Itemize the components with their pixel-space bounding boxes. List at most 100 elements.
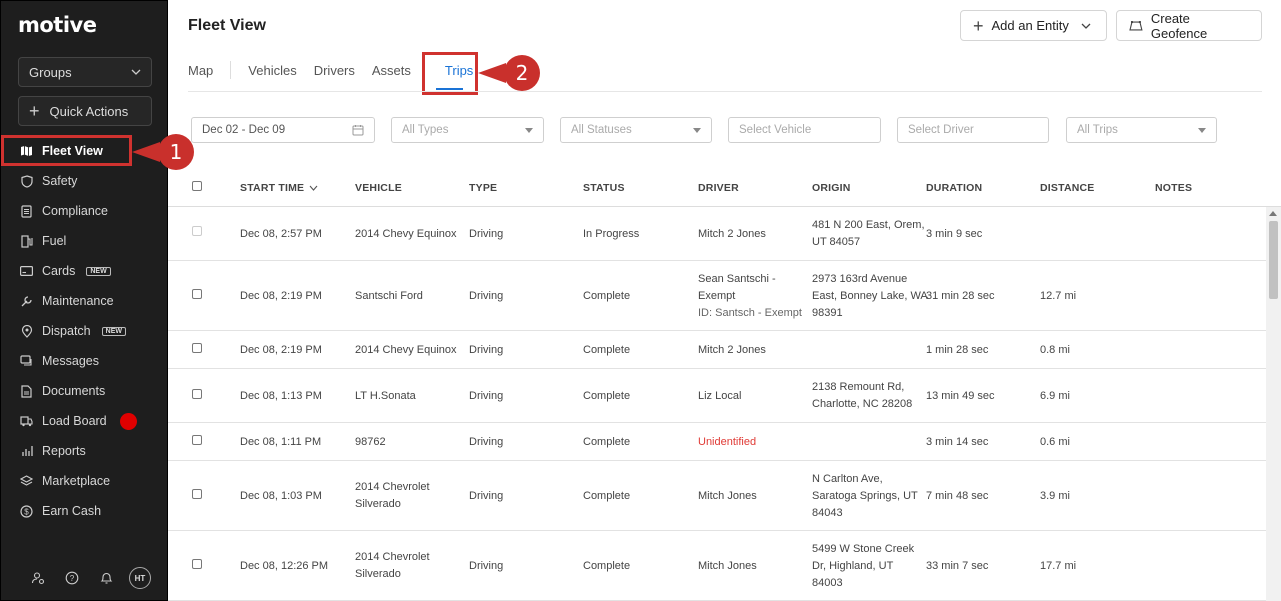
cell-line: Complete [583, 436, 631, 448]
vehicle-input[interactable]: Select Vehicle [728, 117, 881, 143]
cell-line: Driving [469, 228, 504, 240]
cell-driver[interactable]: Sean Santschi - Exempt ID: Santsch - Exemp… [698, 271, 802, 322]
cell-driver[interactable]: Mitch Jones [698, 558, 757, 575]
cell-line: 31 min 28 sec [926, 290, 995, 302]
cell-line: Dec 08, 1:03 PM [240, 490, 322, 502]
plus-icon: + [29, 101, 40, 121]
row-checkbox[interactable] [192, 435, 202, 445]
column-header-status[interactable]: STATUS [583, 182, 625, 194]
cell-line: Mitch 2 Jones [698, 228, 766, 240]
scroll-up-arrow-icon[interactable] [1269, 211, 1277, 216]
cell-vehicle[interactable]: Santschi Ford [355, 288, 423, 305]
cell-start-time: Dec 08, 2:19 PM [240, 288, 322, 305]
column-header-origin[interactable]: ORIGIN [812, 182, 851, 194]
svg-text:?: ? [70, 574, 75, 583]
driver-input-placeholder: Select Driver [908, 124, 974, 136]
row-checkbox[interactable] [192, 343, 202, 353]
sidebar-item-load-board[interactable]: Load Board [1, 406, 169, 436]
row-checkbox[interactable] [192, 389, 202, 399]
sidebar-item-compliance[interactable]: Compliance [1, 196, 169, 226]
cell-line: 7 min 48 sec [926, 490, 989, 502]
cell-line: Sean Santschi - [698, 273, 776, 285]
cell-vehicle[interactable]: 2014 Chevy Equinox [355, 226, 457, 243]
tab-drivers[interactable]: Drivers [314, 63, 355, 79]
table-header: START TIME VEHICLE TYPE STATUS DRIVER OR… [168, 170, 1281, 207]
chat-icon [20, 355, 33, 368]
statuses-select[interactable]: All Statuses [560, 117, 712, 143]
types-select[interactable]: All Types [391, 117, 544, 143]
sidebar-item-label: Maintenance [42, 294, 114, 308]
cell-driver[interactable]: Mitch Jones [698, 488, 757, 505]
sidebar-item-messages[interactable]: Messages [1, 346, 169, 376]
cell-vehicle[interactable]: LT H.Sonata [355, 388, 416, 405]
groups-dropdown[interactable]: Groups [18, 57, 152, 87]
cell-driver[interactable]: Mitch 2 Jones [698, 226, 766, 243]
column-header-duration[interactable]: DURATION [926, 182, 982, 194]
bell-icon[interactable] [89, 566, 123, 590]
add-entity-button[interactable]: + Add an Entity [960, 10, 1107, 41]
sidebar-item-documents[interactable]: Documents [1, 376, 169, 406]
tab-vehicles[interactable]: Vehicles [248, 63, 296, 79]
help-icon[interactable]: ? [55, 566, 89, 590]
cell-driver[interactable]: Unidentified [698, 434, 756, 451]
vertical-scrollbar[interactable] [1266, 207, 1281, 601]
driver-input[interactable]: Select Driver [897, 117, 1049, 143]
select-all-checkbox[interactable] [192, 181, 202, 191]
cell-line: Driving [469, 490, 504, 502]
table-row[interactable]: Dec 08, 2:57 PM 2014 Chevy Equinox Driving… [168, 207, 1266, 261]
trips-select[interactable]: All Trips [1066, 117, 1217, 143]
column-header-distance[interactable]: DISTANCE [1040, 182, 1095, 194]
column-header-type[interactable]: TYPE [469, 182, 497, 194]
cell-vehicle[interactable]: 98762 [355, 434, 386, 451]
cell-vehicle[interactable]: 2014 Chevrolet Silverado [355, 479, 430, 513]
column-header-vehicle[interactable]: VEHICLE [355, 182, 402, 194]
column-header-notes[interactable]: NOTES [1155, 182, 1192, 194]
user-settings-icon[interactable] [21, 566, 55, 590]
row-checkbox[interactable] [192, 226, 202, 236]
tab-map[interactable]: Map [188, 63, 213, 79]
avatar-button[interactable]: HT [123, 566, 157, 590]
sidebar-item-earn-cash[interactable]: $ Earn Cash [1, 496, 169, 526]
scrollbar-thumb[interactable] [1269, 221, 1278, 299]
caret-down-icon [525, 127, 533, 133]
callout-pointer [478, 63, 506, 83]
sidebar-item-cards[interactable]: Cards NEW [1, 256, 169, 286]
vehicle-input-placeholder: Select Vehicle [739, 124, 812, 136]
cell-driver[interactable]: Mitch 2 Jones [698, 342, 766, 359]
sidebar-item-marketplace[interactable]: Marketplace [1, 466, 169, 496]
cell-line: 2014 Chevrolet [355, 551, 430, 563]
row-checkbox[interactable] [192, 289, 202, 299]
cell-line: ID: Santsch - Exempt [698, 307, 802, 319]
column-header-driver[interactable]: DRIVER [698, 182, 739, 194]
sidebar-item-fuel[interactable]: Fuel [1, 226, 169, 256]
date-range-picker[interactable]: Dec 02 - Dec 09 [191, 117, 375, 143]
create-geofence-button[interactable]: Create Geofence [1116, 10, 1262, 41]
table-row[interactable]: Dec 08, 1:13 PM LT H.Sonata Driving Complet… [168, 369, 1266, 423]
tab-assets[interactable]: Assets [372, 63, 411, 79]
sidebar-item-safety[interactable]: Safety [1, 166, 169, 196]
cell-line: Dec 08, 2:19 PM [240, 344, 322, 356]
row-checkbox[interactable] [192, 489, 202, 499]
sidebar-item-maintenance[interactable]: Maintenance [1, 286, 169, 316]
cell-line: N Carlton Ave, [812, 473, 883, 485]
table-row[interactable]: Dec 08, 12:26 PM 2014 Chevrolet Silverado D… [168, 531, 1266, 601]
motive-logo[interactable]: motive [18, 13, 97, 37]
sidebar-item-label: Compliance [42, 204, 109, 218]
table-row[interactable]: Dec 08, 1:03 PM 2014 Chevrolet Silverado Dr… [168, 461, 1266, 531]
cell-line: Driving [469, 560, 504, 572]
cell-type: Driving [469, 342, 503, 359]
cell-vehicle[interactable]: 2014 Chevrolet Silverado [355, 549, 430, 583]
table-row[interactable]: Dec 08, 2:19 PM Santschi Ford Driving Compl… [168, 261, 1266, 331]
table-row[interactable]: Dec 08, 2:19 PM 2014 Chevy Equinox Driving… [168, 331, 1266, 369]
cell-vehicle[interactable]: 2014 Chevy Equinox [355, 342, 457, 359]
row-checkbox[interactable] [192, 559, 202, 569]
geofence-icon [1129, 20, 1143, 31]
table-row[interactable]: Dec 08, 1:11 PM 98762 Driving Complete Unide… [168, 423, 1266, 461]
cell-line: Dec 08, 1:13 PM [240, 390, 322, 402]
quick-actions-button[interactable]: + Quick Actions [18, 96, 152, 126]
sidebar-item-dispatch[interactable]: Dispatch NEW [1, 316, 169, 346]
cell-line: UT 84057 [812, 236, 861, 248]
cell-driver[interactable]: Liz Local [698, 388, 741, 405]
sidebar-item-reports[interactable]: Reports [1, 436, 169, 466]
column-header-start-time[interactable]: START TIME [240, 182, 318, 194]
